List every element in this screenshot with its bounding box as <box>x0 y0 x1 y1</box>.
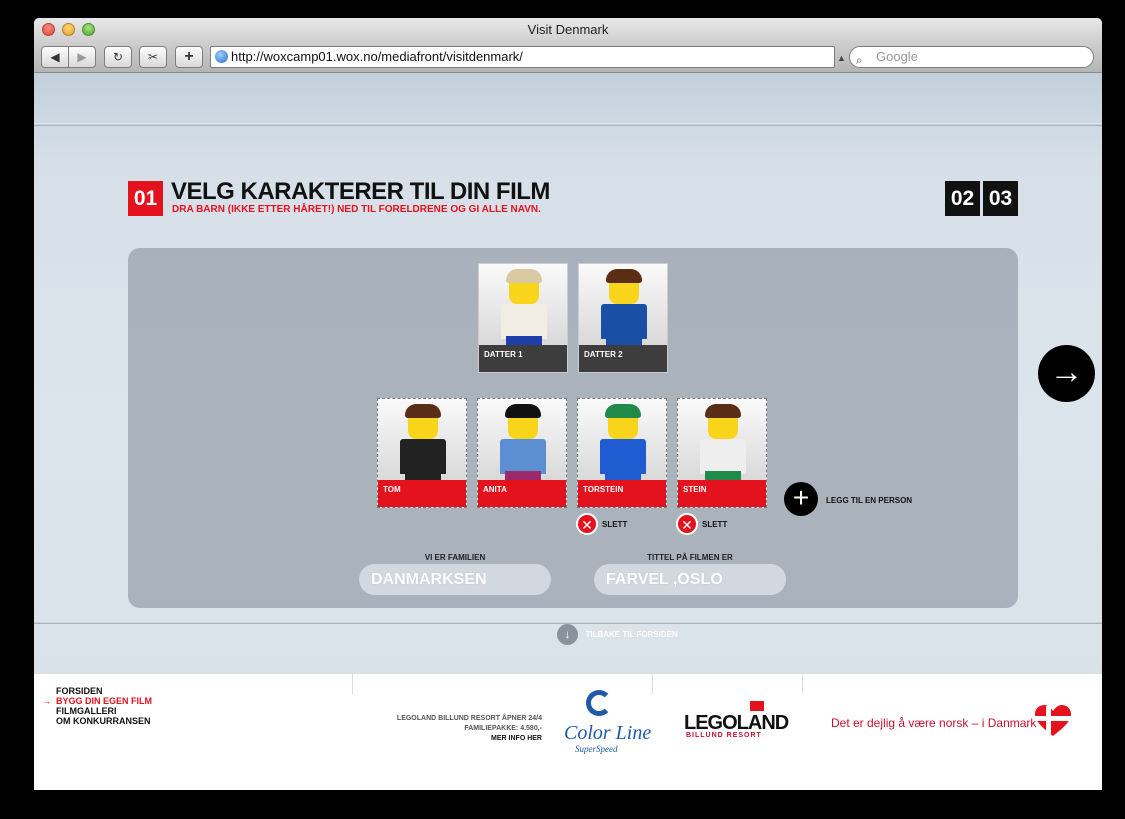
delete-character-button[interactable]: ✕ <box>676 513 698 535</box>
title-bar: Visit Denmark <box>34 18 1102 42</box>
character-name-label: DATTER 1 <box>479 345 567 372</box>
footer-nav-home[interactable]: FORSIDEN <box>56 686 103 696</box>
promo-line-1: LEGOLAND BILLUND RESORT ÅPNER 24/4 <box>396 715 542 722</box>
danish-heart-icon <box>1035 705 1071 736</box>
footer-nav-contest[interactable]: OM KONKURRANSEN <box>56 716 151 726</box>
footer-divider <box>352 674 353 694</box>
back-to-home-label: TILBAKE TIL FORSIDEN <box>585 630 678 639</box>
legoland-subtitle: BILLUND RESORT <box>686 732 762 739</box>
minifigure-body <box>600 439 646 474</box>
add-person-button[interactable]: + <box>784 482 818 516</box>
family-name-label: VI ER FAMILIEN <box>424 553 486 562</box>
arrow-right-icon: → <box>1049 353 1084 391</box>
footer-nav-build-film[interactable]: BYGG DIN EGEN FILM <box>56 696 152 706</box>
search-icon: ⌕ <box>856 53 863 67</box>
lego-badge-icon <box>750 701 764 711</box>
film-title-label: TITTEL PÅ FILMEN ER <box>647 553 733 562</box>
reload-button[interactable]: ↻ <box>104 46 132 68</box>
footer-nav-gallery[interactable]: FILMGALLERI <box>56 706 117 716</box>
colorline-logo[interactable]: Color Line <box>564 722 651 745</box>
delete-label[interactable]: SLETT <box>602 520 627 529</box>
minifigure-image <box>678 399 766 482</box>
step-02[interactable]: 02 <box>945 181 980 216</box>
forward-arrow-icon: ▶ <box>77 50 87 64</box>
colorline-subtitle: SuperSpeed <box>575 744 618 754</box>
page-content: 01 VELG KARAKTERER TIL DIN FILM DRA BARN… <box>34 73 1102 790</box>
webclip-button[interactable]: ✂ <box>139 46 167 68</box>
character-name-label: DATTER 2 <box>579 345 667 372</box>
children-character-card[interactable]: DATTER 1 <box>478 263 568 373</box>
arrow-down-icon: ↓ <box>557 624 578 645</box>
wood-plank-divider <box>34 123 1102 126</box>
delete-character-button[interactable]: ✕ <box>576 513 598 535</box>
page-title: VELG KARAKTERER TIL DIN FILM <box>171 178 550 205</box>
minifigure-hair <box>505 404 541 418</box>
character-name-label: TOM <box>378 480 466 507</box>
forward-button[interactable]: ▶ <box>68 46 96 68</box>
family-name-input[interactable]: DANMARKSEN <box>359 564 551 595</box>
minifigure-hair <box>606 269 642 283</box>
family-character-card[interactable]: TORSTEIN <box>577 398 667 508</box>
character-name-label: STEIN <box>678 480 766 507</box>
film-title-input[interactable]: FARVEL ,OSLO <box>594 564 786 595</box>
promo-more-info-link[interactable]: MER INFO HER <box>334 735 542 742</box>
plus-icon: + <box>184 48 194 65</box>
character-panel <box>128 248 1018 608</box>
visitdenmark-tagline[interactable]: Det er dejlig å være norsk – i Danmark <box>831 716 1036 730</box>
page-subtitle: DRA BARN (IKKE ETTER HÅRET!) NED TIL FOR… <box>172 204 541 215</box>
minifigure-hair <box>405 404 441 418</box>
search-placeholder: Google <box>876 49 918 64</box>
scissors-icon: ✂ <box>147 50 159 64</box>
children-character-card[interactable]: DATTER 2 <box>578 263 668 373</box>
minifigure-body <box>601 304 647 339</box>
minifigure-image <box>478 399 566 482</box>
minifigure-hair <box>605 404 641 418</box>
minifigure-image <box>378 399 466 482</box>
browser-toolbar: ◀ ▶ ↻ ✂ + http://woxcamp01.wox.no/mediaf… <box>34 42 1102 73</box>
nav-arrow-icon: → <box>42 696 51 706</box>
minifigure-body <box>501 304 547 339</box>
back-button[interactable]: ◀ <box>41 46 69 68</box>
minifigure-image <box>578 399 666 482</box>
family-character-card[interactable]: STEIN <box>677 398 767 508</box>
family-character-card[interactable]: ANITA <box>477 398 567 508</box>
back-arrow-icon: ◀ <box>50 50 60 64</box>
next-step-button[interactable]: → <box>1038 345 1095 402</box>
zoom-window-button[interactable] <box>82 23 95 36</box>
footer-divider <box>802 674 803 694</box>
footer-divider <box>652 674 653 694</box>
character-name-label: TORSTEIN <box>578 480 666 507</box>
minifigure-body <box>400 439 446 474</box>
back-to-home-link[interactable]: ↓ TILBAKE TIL FORSIDEN <box>557 624 678 645</box>
minifigure-image <box>579 264 667 347</box>
minifigure-hair <box>705 404 741 418</box>
promo-line-2: FAMILIEPAKKE: 4.580,- <box>464 725 542 732</box>
minifigure-body <box>500 439 546 474</box>
step-03[interactable]: 03 <box>983 181 1018 216</box>
colorline-logo-icon <box>586 690 612 716</box>
step-current: 01 <box>128 181 163 216</box>
browser-window: Visit Denmark ◀ ▶ ↻ ✂ + http://woxcamp01… <box>34 18 1102 790</box>
search-field[interactable]: ⌕ Google <box>849 46 1094 68</box>
character-name-label: ANITA <box>478 480 566 507</box>
minifigure-hair <box>506 269 542 283</box>
add-bookmark-button[interactable]: + <box>175 46 203 68</box>
footer: → FORSIDEN BYGG DIN EGEN FILM FILMGALLER… <box>34 673 1102 790</box>
minifigure-image <box>479 264 567 347</box>
minifigure-body <box>700 439 746 474</box>
url-text: http://woxcamp01.wox.no/mediafront/visit… <box>231 49 523 64</box>
url-dropdown-icon[interactable]: ▲ <box>837 53 846 63</box>
reload-icon: ↻ <box>112 50 124 64</box>
globe-icon <box>215 50 228 63</box>
window-title: Visit Denmark <box>527 22 609 37</box>
close-window-button[interactable] <box>42 23 55 36</box>
address-bar[interactable]: http://woxcamp01.wox.no/mediafront/visit… <box>210 46 835 68</box>
family-character-card[interactable]: TOM <box>377 398 467 508</box>
minimize-window-button[interactable] <box>62 23 75 36</box>
add-person-label[interactable]: LEGG TIL EN PERSON <box>826 496 912 505</box>
delete-label[interactable]: SLETT <box>702 520 727 529</box>
